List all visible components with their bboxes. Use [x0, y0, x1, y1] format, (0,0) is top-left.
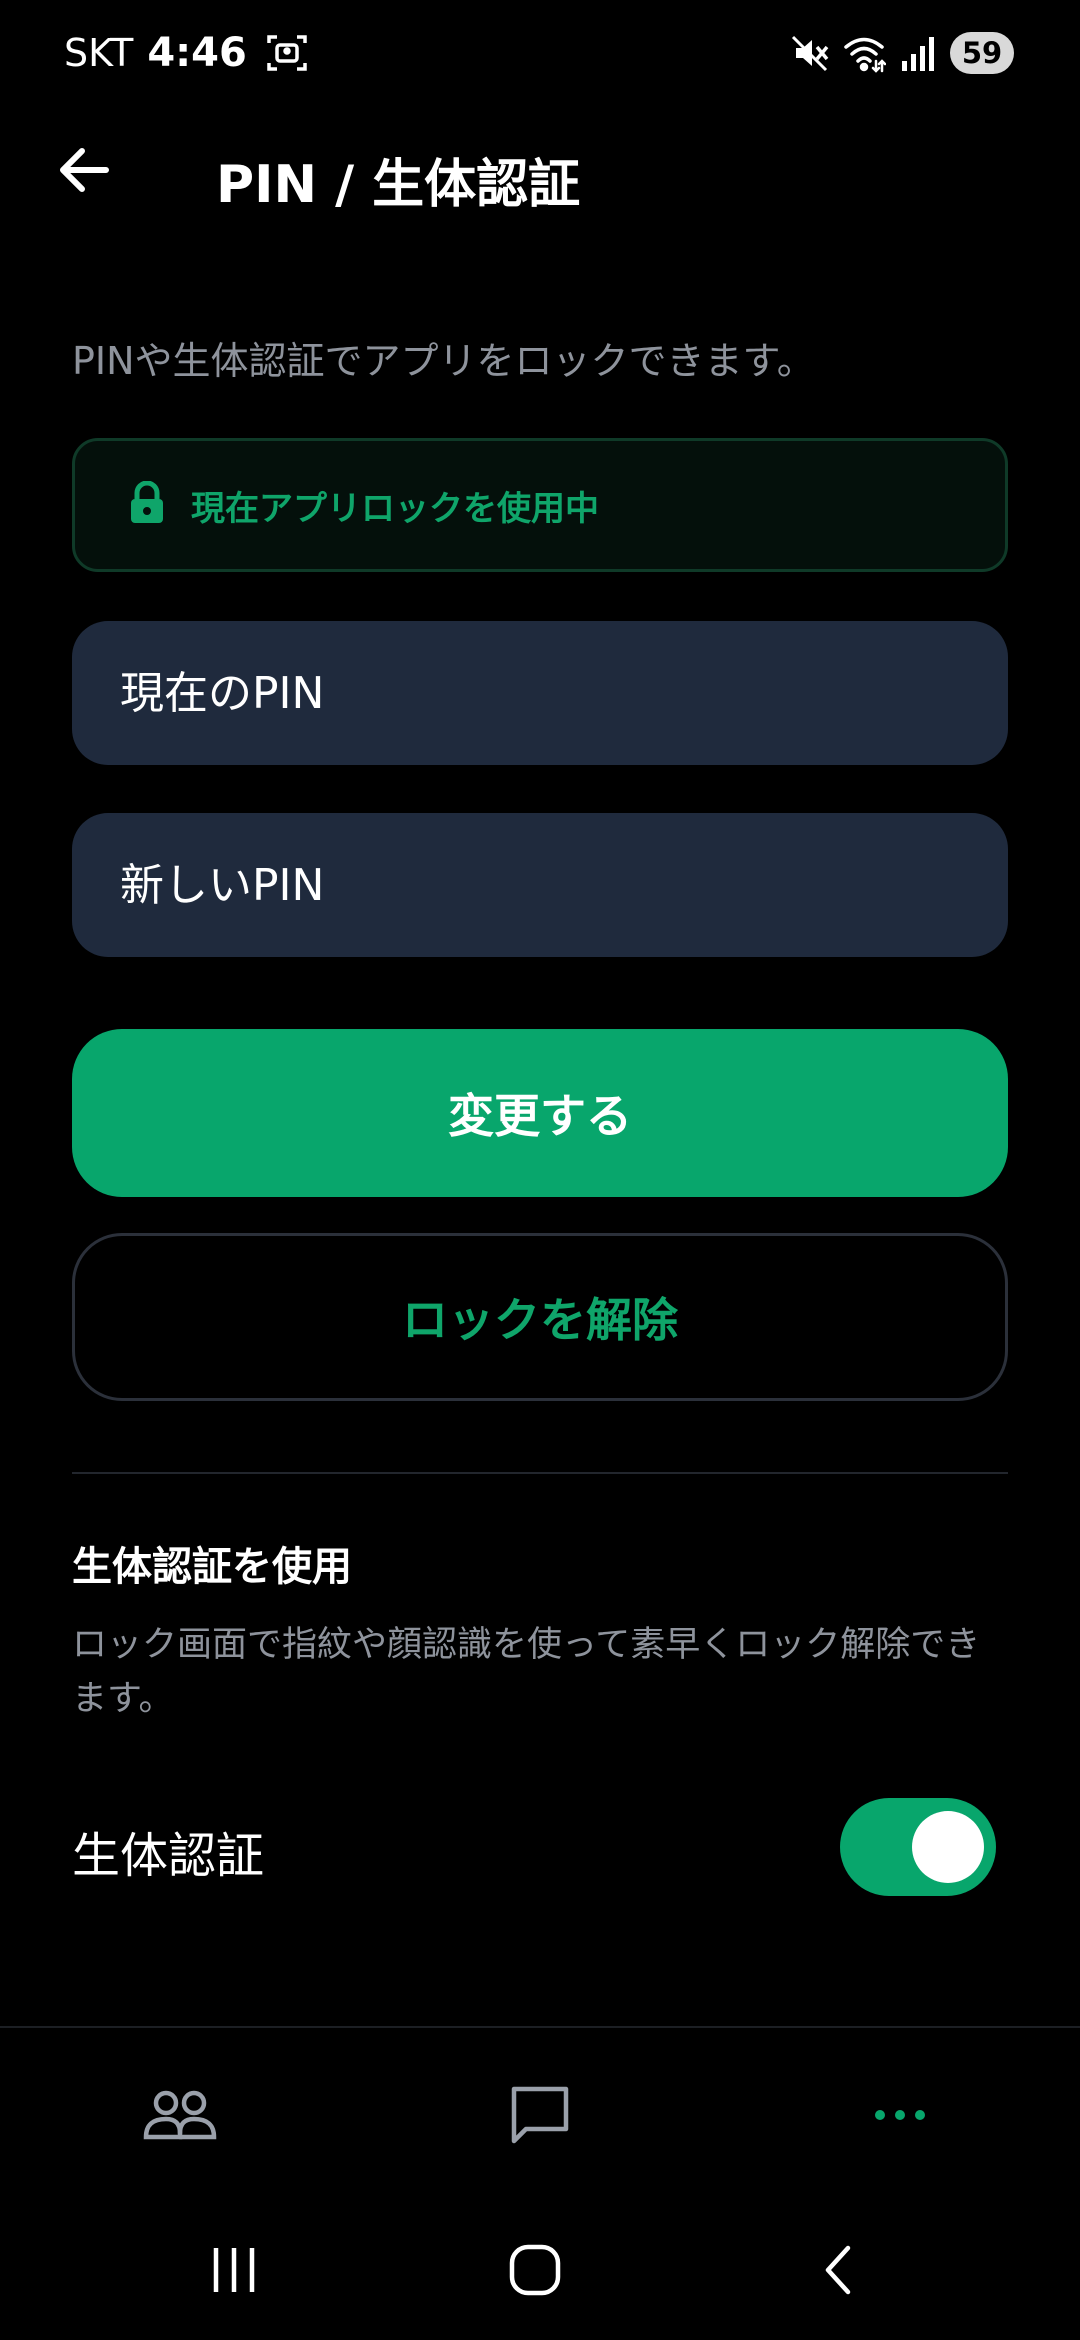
screen: SKT 4:46 59 PIN / 生体認証 PINや生体認証でアプリをロックで…: [0, 0, 1080, 2340]
back-button[interactable]: [48, 134, 120, 206]
home-button[interactable]: [495, 2234, 575, 2306]
lock-status-label: 現在アプリロックを使用中: [191, 488, 599, 529]
nav-item-chat[interactable]: [495, 2070, 585, 2160]
signal-icon: [896, 31, 940, 75]
unlock-button[interactable]: ロックを解除: [72, 1233, 1008, 1401]
recent-apps-button[interactable]: [194, 2234, 274, 2306]
system-nav-bar: [0, 2198, 1080, 2340]
biometric-section-title: 生体認証を使用: [72, 1544, 352, 1590]
chat-icon: [511, 2086, 569, 2144]
current-pin-input[interactable]: [120, 667, 940, 719]
recent-apps-icon: [213, 2248, 255, 2292]
screenshot-icon: [265, 31, 309, 75]
biometric-section-description: ロック画面で指紋や顔認識を使って素早くロック解除できます。: [72, 1625, 981, 1719]
page-description: PINや生体認証でアプリをロックできます。: [72, 339, 815, 383]
arrow-left-icon: [60, 148, 109, 192]
biometric-toggle-row: 生体認証: [72, 1798, 1008, 1898]
system-back-button[interactable]: [800, 2234, 880, 2306]
new-pin-field[interactable]: [72, 813, 1008, 957]
nav-item-friends[interactable]: [135, 2070, 225, 2160]
carrier-label: SKT: [64, 31, 134, 75]
clock: 4:46: [147, 30, 247, 76]
app-header: PIN / 生体認証: [0, 120, 1080, 220]
chevron-left-icon: [825, 2245, 851, 2295]
lock-icon: [127, 480, 167, 529]
divider: [72, 1472, 1008, 1474]
mute-icon: [788, 31, 832, 75]
biometric-toggle-label: 生体認証: [72, 1828, 265, 1884]
battery-indicator: 59: [950, 32, 1014, 74]
wifi-icon: [842, 31, 887, 75]
new-pin-input[interactable]: [120, 859, 940, 911]
lock-status-banner: 現在アプリロックを使用中: [72, 438, 1008, 572]
status-bar-right: 59: [788, 28, 1014, 78]
change-pin-button[interactable]: 変更する: [72, 1029, 1008, 1197]
status-bar: SKT 4:46 59: [0, 0, 1080, 106]
biometric-toggle[interactable]: [840, 1798, 996, 1896]
nav-item-more[interactable]: [855, 2070, 945, 2160]
home-icon: [509, 2244, 561, 2296]
more-icon: [875, 2110, 925, 2120]
friends-icon: [143, 2090, 217, 2140]
toggle-knob: [912, 1811, 984, 1883]
current-pin-field[interactable]: [72, 621, 1008, 765]
status-bar-left: SKT 4:46: [64, 28, 309, 78]
page-title: PIN / 生体認証: [216, 155, 581, 215]
bottom-nav: [0, 2026, 1080, 2198]
